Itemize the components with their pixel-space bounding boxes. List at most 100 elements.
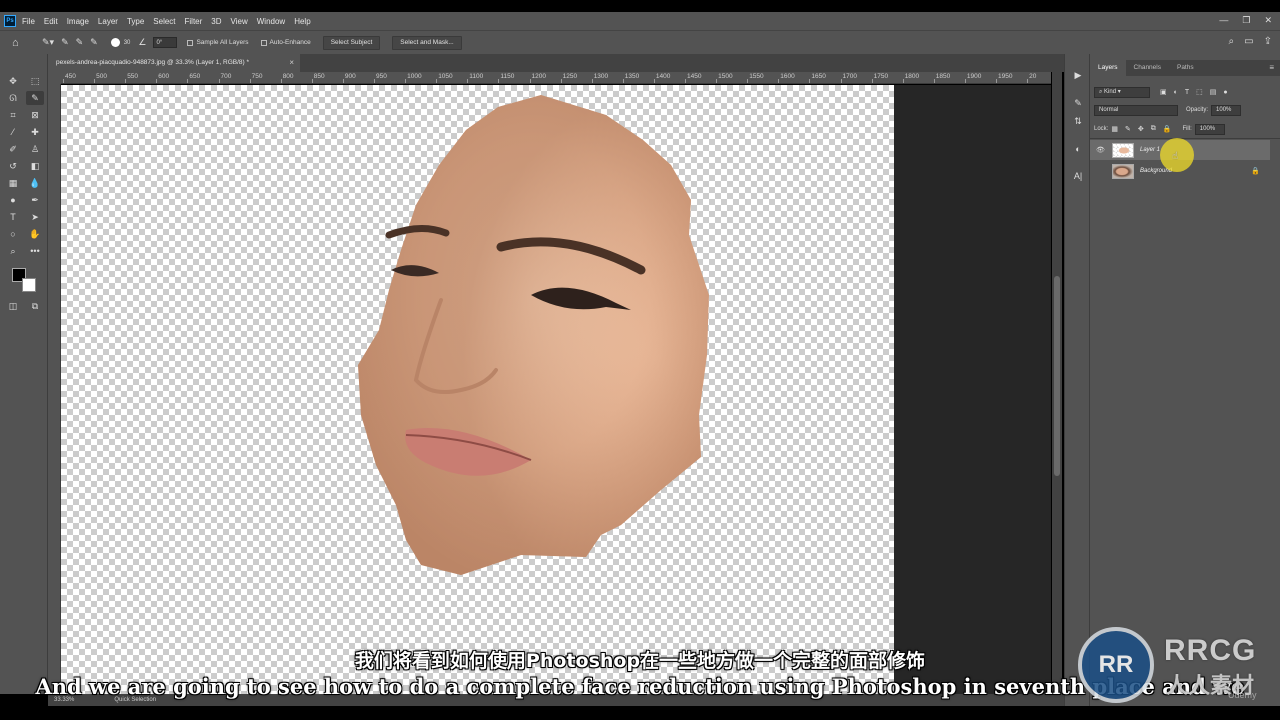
menu-type[interactable]: Type [127,17,144,26]
lock-all-icon[interactable]: 🔒 [1163,125,1172,133]
lock-transparency-icon[interactable]: ▦ [1111,125,1118,133]
tab-channels[interactable]: Channels [1126,60,1169,76]
blur-tool-icon[interactable]: 💧 [26,176,44,190]
minimize-button[interactable]: — [1219,15,1228,26]
menu-filter[interactable]: Filter [185,17,203,26]
menu-window[interactable]: Window [257,17,285,26]
home-icon[interactable]: ⌂ [12,37,28,49]
brush-settings-icon[interactable]: ✎ [1070,96,1086,110]
ellipse-tool-icon[interactable]: ○ [4,227,22,241]
history-brush-tool-icon[interactable]: ↺ [4,159,22,173]
screen-mode-icon[interactable]: ⧉ [26,299,44,313]
vertical-scrollbar[interactable] [1052,72,1062,694]
select-subject-button[interactable]: Select Subject [322,35,381,50]
subtract-from-selection-icon[interactable]: ✎ [90,37,98,48]
eraser-tool-icon[interactable]: ◧ [26,159,44,173]
eyedropper-tool-icon[interactable]: ⁄ [4,125,22,139]
document-canvas[interactable] [61,85,894,694]
filter-pixel-icon[interactable]: ▣ [1160,88,1167,96]
pen-tool-icon[interactable]: ✒ [26,193,44,207]
restore-button[interactable]: ❐ [1242,15,1250,26]
fill-input[interactable]: 100% [1194,123,1225,135]
filter-smart-object-icon[interactable]: ▤ [1210,88,1217,96]
angle-input[interactable]: 0° [153,37,178,48]
more-tools-icon[interactable]: ••• [26,244,44,258]
scrollbar-thumb[interactable] [1054,276,1060,476]
select-and-mask-button[interactable]: Select and Mask... [392,35,462,50]
move-tool-icon[interactable]: ✥ [4,74,22,88]
healing-brush-tool-icon[interactable]: ✚ [26,125,44,139]
panel-menu-icon[interactable]: ≡ [1269,60,1274,76]
tab-paths[interactable]: Paths [1169,60,1202,76]
frame-tool-icon[interactable]: ⊠ [26,108,44,122]
filter-type-icon[interactable]: T [1185,89,1189,96]
lock-image-icon[interactable]: ✎ [1125,125,1131,133]
background-color-swatch[interactable] [22,278,36,292]
checkbox-box[interactable] [187,39,194,46]
search-icon[interactable]: ⌕ [1229,36,1235,47]
clone-stamp-tool-icon[interactable]: ♙ [26,142,44,156]
menu-layer[interactable]: Layer [98,17,118,26]
dodge-tool-icon[interactable]: ● [4,193,22,207]
menu-select[interactable]: Select [153,17,175,26]
filter-kind-select[interactable]: ⌕ Kind ▾ [1094,86,1150,98]
lock-icon: 🔒 [1251,168,1260,175]
auto-enhance-checkbox[interactable]: Auto-Enhance [260,39,311,46]
brush-size-preview-icon[interactable] [110,38,120,47]
close-button[interactable]: ✕ [1264,15,1272,26]
tab-layers[interactable]: Layers [1090,60,1126,76]
ruler-tick [156,79,158,83]
rrcg-logo-icon: RR [1078,627,1154,703]
ruler-label: 1100 [469,73,484,80]
menu-file[interactable]: File [22,17,35,26]
brush-tool-icon[interactable]: ✐ [4,142,22,156]
document-title: pexels-andrea-piacquadio-948873.jpg @ 33… [56,59,250,66]
pasteboard[interactable] [61,85,1051,694]
lock-artboard-icon[interactable]: ⧉ [1151,125,1156,133]
visibility-eye-icon[interactable]: 👁 [1096,146,1108,154]
opacity-input[interactable]: 100% [1211,104,1242,116]
hand-tool-icon[interactable]: ✋ [26,227,44,241]
workspace-icon[interactable]: ▭ [1244,36,1253,47]
menu-edit[interactable]: Edit [44,17,58,26]
gradient-tool-icon[interactable]: ▦ [4,176,22,190]
ruler-tick [653,79,655,83]
mouse-pointer-icon: ☝ [1172,151,1179,162]
ruler-tick [405,79,407,83]
filter-adjustment-icon[interactable]: ◐ [1174,89,1178,96]
ruler-label: 950 [376,73,387,80]
menu-3d[interactable]: 3D [211,17,221,26]
ruler-tick [871,79,873,83]
path-selection-tool-icon[interactable]: ➤ [26,210,44,224]
share-icon[interactable]: ⇪ [1264,36,1272,47]
adjustments-icon[interactable]: ⇅ [1070,114,1086,128]
quick-mask-icon[interactable]: ◫ [4,299,22,313]
sample-all-layers-checkbox[interactable]: Sample All Layers [187,39,249,46]
lock-position-icon[interactable]: ✥ [1138,125,1144,133]
vertical-ruler [48,84,61,694]
close-tab-icon[interactable]: × [289,54,294,72]
zoom-tool-icon[interactable]: ⌕ [4,244,22,258]
crop-tool-icon[interactable]: ⌗ [4,108,22,122]
filter-shape-icon[interactable]: ⬚ [1196,88,1203,96]
menu-image[interactable]: Image [67,17,89,26]
ruler-label: 600 [158,73,170,80]
menu-help[interactable]: Help [294,17,310,26]
new-selection-icon[interactable]: ✎ [61,37,69,48]
add-to-selection-icon[interactable]: ✎ [76,37,84,48]
properties-icon[interactable]: ◐ [1070,142,1086,156]
history-panel-icon[interactable]: ▶ [1070,68,1086,82]
marquee-tool-icon[interactable]: ⬚ [26,74,44,88]
quick-selection-tool-icon[interactable]: ✎ [26,91,44,105]
menu-view[interactable]: View [231,17,248,26]
ruler-corner [48,72,61,84]
document-tab[interactable]: pexels-andrea-piacquadio-948873.jpg @ 33… [48,54,300,72]
filter-toggle-icon[interactable]: ● [1223,89,1227,96]
lasso-tool-icon[interactable]: ᘏ [4,91,22,105]
character-icon[interactable]: A| [1070,169,1086,183]
layer-name[interactable]: Layer 1 [1140,147,1160,153]
checkbox-box[interactable] [260,39,267,46]
blend-mode-select[interactable]: Normal [1094,104,1178,116]
type-tool-icon[interactable]: T [4,210,22,224]
quick-selection-preset-icon[interactable]: ✎▾ [42,37,54,48]
